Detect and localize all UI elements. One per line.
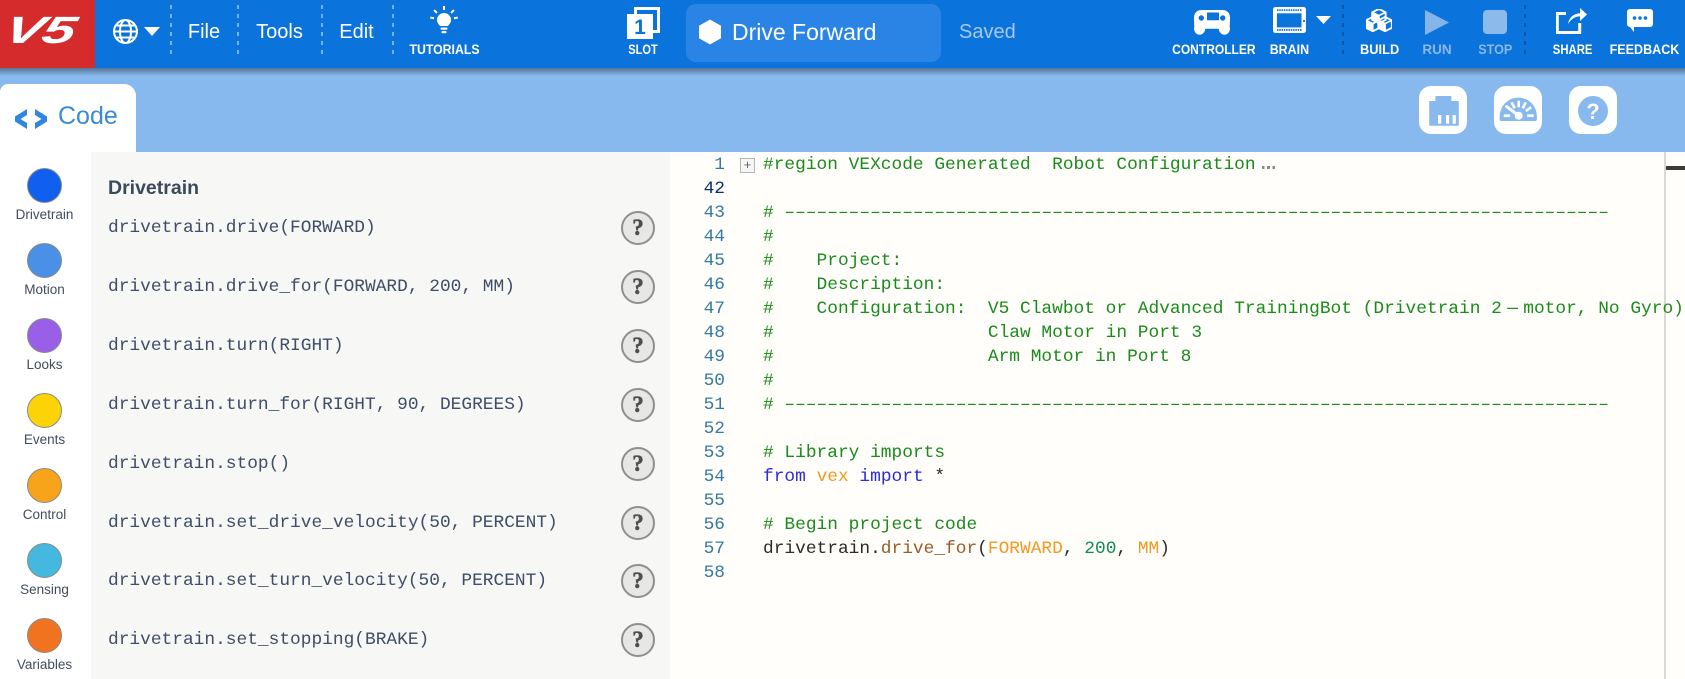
svg-text:1: 1	[634, 16, 646, 39]
svg-text:?: ?	[1586, 99, 1599, 124]
